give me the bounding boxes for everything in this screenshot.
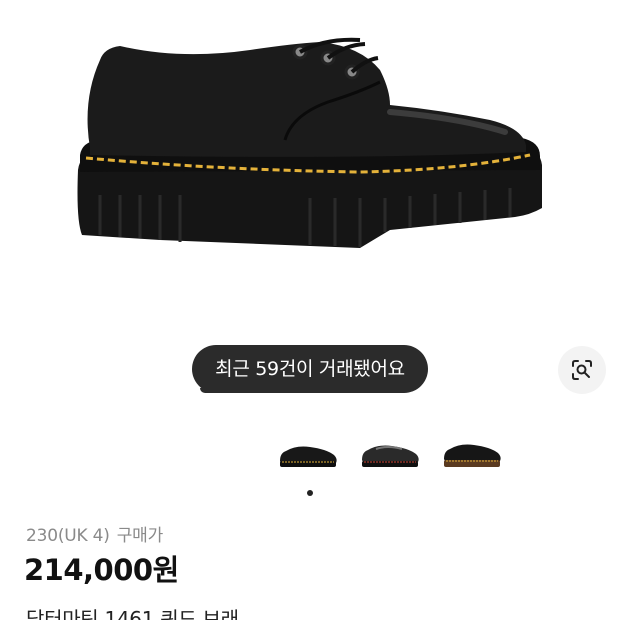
thumbnail-1[interactable] <box>276 433 340 473</box>
black-shoe-thumbnail-icon <box>280 446 337 467</box>
size-label: 230(UK 4) <box>26 526 110 546</box>
thumbnail-3[interactable] <box>440 433 504 473</box>
trade-badge-pointer <box>200 388 226 393</box>
lens-search-icon <box>572 360 592 380</box>
lens-search-button[interactable] <box>558 346 606 394</box>
product-price: 214,000원 <box>24 553 179 587</box>
product-detail-page: 최근 59건이 거래됐어요 230(UK 4) 구매가 214,000원 닥터마… <box>0 0 620 620</box>
product-main-image[interactable] <box>0 0 620 330</box>
carousel-indicator-dot <box>307 490 313 496</box>
purchase-type-label: 구매가 <box>116 526 164 546</box>
size-info: 230(UK 4) 구매가 <box>26 521 163 546</box>
thumbnail-2[interactable] <box>358 433 422 473</box>
shoe-image <box>77 37 542 248</box>
black-leather-shoe-thumbnail-icon <box>362 445 419 467</box>
product-title: 닥터마틴 1461 쿼드 브래 <box>26 607 239 620</box>
trade-count-badge: 최근 59건이 거래됐어요 <box>192 345 428 393</box>
black-brown-sole-shoe-thumbnail-icon <box>444 444 501 467</box>
thumbnail-strip <box>276 433 506 473</box>
